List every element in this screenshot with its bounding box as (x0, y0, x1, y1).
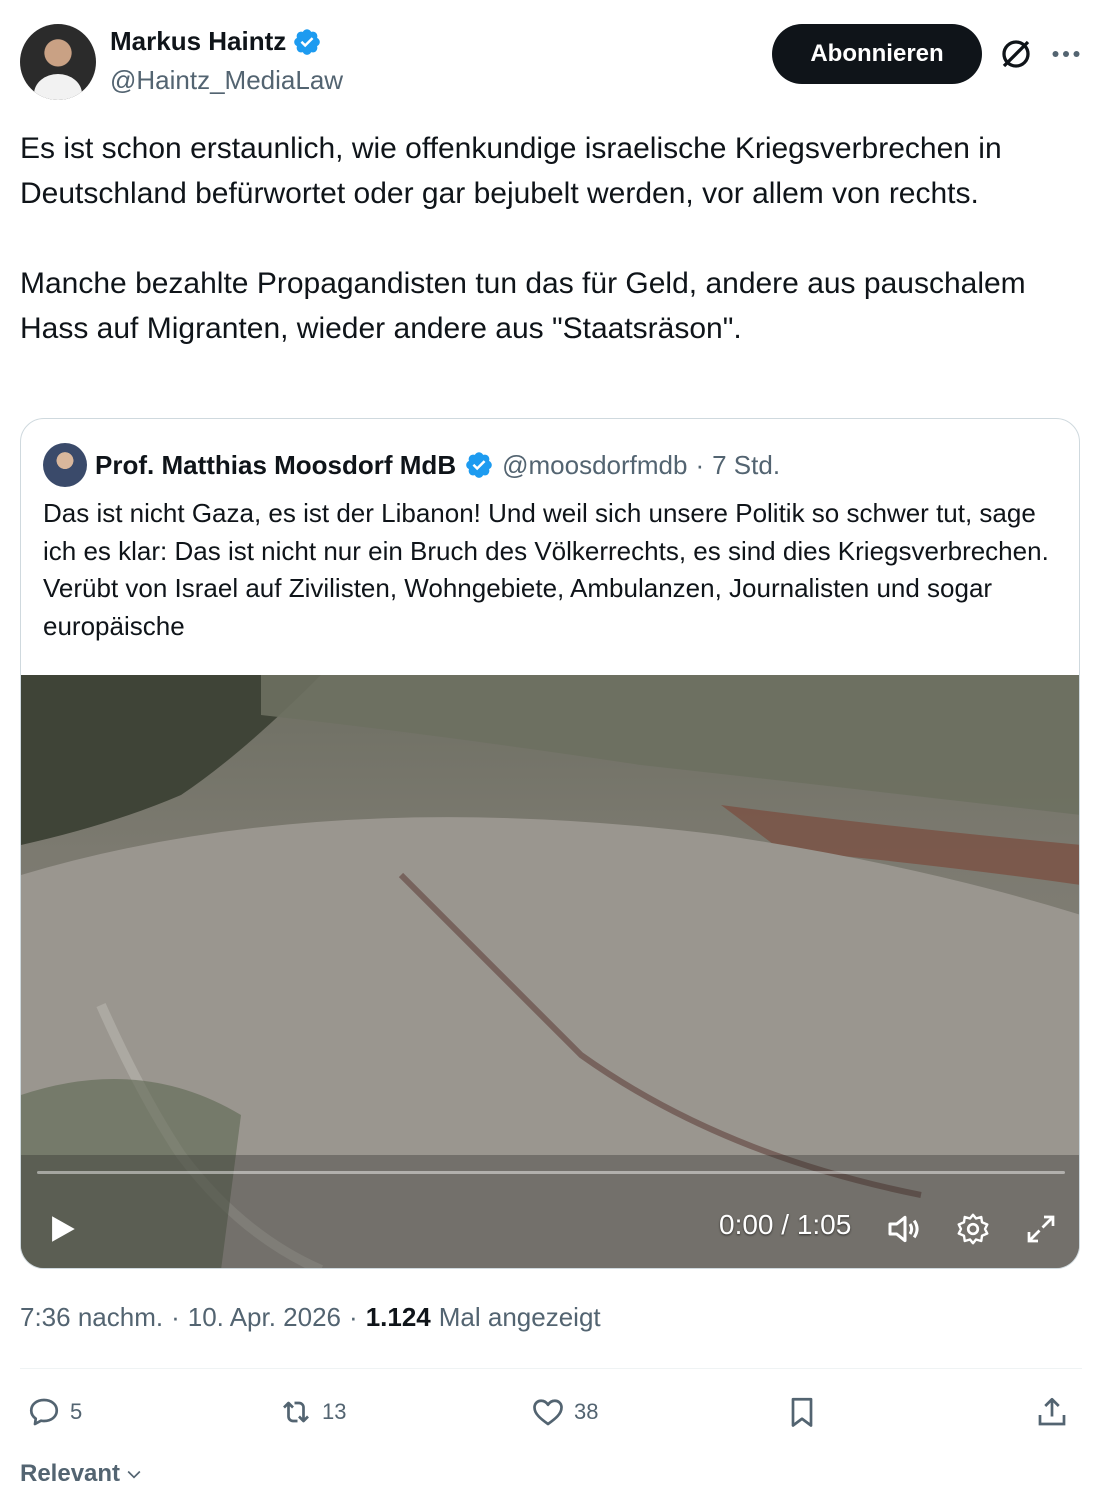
author-block: Markus Haintz @Haintz_MediaLaw (110, 26, 343, 96)
author-name[interactable]: Markus Haintz (110, 26, 286, 57)
video-progress-bar[interactable] (37, 1171, 1065, 1174)
view-count-label: Mal angezeigt (438, 1302, 601, 1332)
repost-button[interactable]: 13 (278, 1394, 346, 1430)
more-icon[interactable] (1048, 36, 1084, 72)
author-handle[interactable]: @Haintz_MediaLaw (110, 65, 343, 96)
video-player[interactable]: 0:00 / 1:05 (21, 675, 1079, 1268)
bookmark-button[interactable] (784, 1394, 820, 1430)
tweet-meta: 7:36 nachm. · 10. Apr. 2026 · 1.124 Mal … (20, 1302, 601, 1333)
settings-icon[interactable] (955, 1209, 991, 1249)
quoted-tweet[interactable]: Prof. Matthias Moosdorf MdB @moosdorfmdb… (20, 418, 1080, 1269)
heart-icon (533, 1399, 563, 1426)
quoted-tweet-text: Das ist nicht Gaza, es ist der Libanon! … (43, 498, 1049, 641)
tweet-text: Es ist schon erstaunlich, wie offenkundi… (20, 132, 1026, 345)
reply-button[interactable]: 5 (26, 1394, 82, 1430)
repost-count: 13 (322, 1399, 347, 1424)
divider (20, 1368, 1082, 1369)
video-time: 0:00 / 1:05 (719, 1209, 852, 1240)
sort-replies-dropdown[interactable]: Relevant (20, 1460, 144, 1488)
fullscreen-icon[interactable] (1023, 1209, 1059, 1249)
verified-badge-icon (294, 28, 321, 55)
tweet-date[interactable]: 10. Apr. 2026 (188, 1302, 341, 1333)
view-count: 1.124 (365, 1302, 431, 1332)
quoted-tweet-header: Prof. Matthias Moosdorf MdB @moosdorfmdb… (43, 443, 780, 487)
repost-icon (283, 1401, 309, 1423)
share-icon (1038, 1397, 1066, 1426)
video-frame (21, 675, 1079, 1268)
tweet-actions: 5 13 38 (20, 1394, 1084, 1438)
author-avatar[interactable] (20, 24, 96, 100)
sort-label: Relevant (20, 1460, 121, 1487)
bookmark-icon (791, 1397, 813, 1427)
reply-count: 5 (70, 1399, 83, 1424)
tweet-header: Markus Haintz @Haintz_MediaLaw Abonniere… (20, 24, 1084, 102)
meta-separator: · (349, 1302, 358, 1332)
like-count: 38 (574, 1399, 599, 1424)
grok-icon[interactable] (998, 36, 1034, 72)
quoted-author-avatar (43, 443, 87, 487)
meta-separator: · (171, 1302, 180, 1332)
quoted-author-name: Prof. Matthias Moosdorf MdB (95, 449, 457, 480)
quoted-author-handle: @moosdorfmdb (502, 449, 688, 480)
quoted-tweet-time: 7 Std. (712, 449, 781, 480)
separator-dot: · (695, 449, 705, 480)
chevron-down-icon (127, 1470, 141, 1479)
volume-icon[interactable] (885, 1209, 925, 1249)
share-button[interactable] (1034, 1394, 1070, 1430)
tweet-time[interactable]: 7:36 nachm. (20, 1302, 163, 1333)
play-icon[interactable] (45, 1209, 79, 1249)
like-button[interactable]: 38 (530, 1394, 598, 1430)
verified-badge-icon (466, 452, 492, 478)
reply-icon (29, 1398, 59, 1426)
subscribe-button[interactable]: Abonnieren (772, 24, 982, 84)
